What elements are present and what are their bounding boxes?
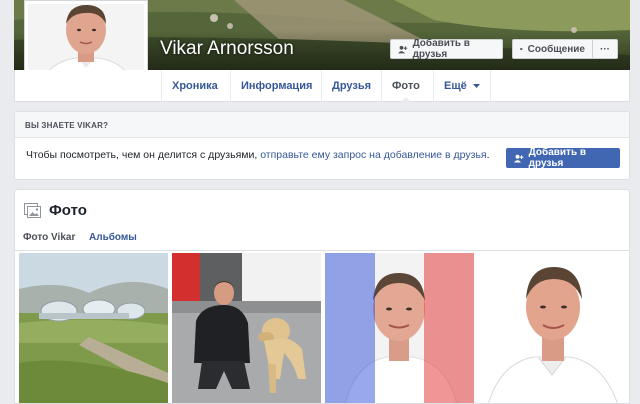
chevron-down-icon [472,84,480,88]
tabs-divider [15,250,629,251]
nav-about[interactable]: Информация [230,70,322,102]
message-button[interactable]: Сообщение [512,39,592,59]
add-friend-primary-button[interactable]: Добавить в друзья [506,147,620,169]
photos-icon [24,202,41,218]
photo-thumbnail[interactable] [325,253,474,403]
do-you-know-heading: ВЫ ЗНАЕТЕ VIKAR? [15,112,629,138]
profile-name[interactable]: Vikar Arnorsson [160,38,294,60]
do-you-know-text: Чтобы посмотреть, чем он делится с друзь… [26,149,490,161]
photo-flag-portrait [325,253,474,403]
photo-man-with-dog [172,253,321,403]
nav-photos-label: Фото [392,80,420,92]
add-friend-primary-label: Добавить в друзья [528,147,587,169]
nav-friends-label: Друзья [332,80,372,92]
add-friend-icon [514,154,524,162]
photo-thumbnail[interactable] [19,253,168,403]
do-you-know-text-start: Чтобы посмотреть, чем он делится с друзь… [26,149,261,161]
more-dots-icon: ··· [600,43,610,55]
add-friend-icon [398,45,408,53]
photos-header: Фото [24,202,87,219]
photos-title: Фото [49,202,87,219]
add-friend-button[interactable]: Добавить в друзья [390,38,503,60]
message-label: Сообщение [527,43,585,55]
nav-timeline[interactable]: Хроника [161,70,228,102]
do-you-know-box: ВЫ ЗНАЕТЕ VIKAR? Чтобы посмотреть, чем о… [14,111,630,180]
nav-more-label: Ещё [444,80,467,92]
photo-thumbnail[interactable] [172,253,321,403]
send-friend-request-link[interactable]: отправьте ему запрос на добавление в дру… [260,149,486,161]
tab-user-photos[interactable]: Фото Vikar [23,232,75,243]
photos-section: Фото Фото Vikar Альбомы [14,189,630,404]
nav-timeline-label: Хроника [172,80,218,92]
photo-thumbnail[interactable] [478,253,627,403]
profile-nav-bar: Хроника Информация Друзья Фото Ещё [14,70,630,103]
nav-about-label: Информация [241,80,313,92]
photo-landscape-domes [19,253,168,403]
nav-more[interactable]: Ещё [433,70,491,102]
photo-portrait [478,253,627,403]
add-friend-label: Добавить в друзья [412,38,470,60]
tab-albums[interactable]: Альбомы [89,232,137,243]
nav-friends[interactable]: Друзья [321,70,381,102]
messenger-icon [520,47,523,51]
nav-photos[interactable]: Фото [381,70,430,103]
more-options-button[interactable]: ··· [592,39,618,59]
do-you-know-text-end: . [486,149,490,161]
